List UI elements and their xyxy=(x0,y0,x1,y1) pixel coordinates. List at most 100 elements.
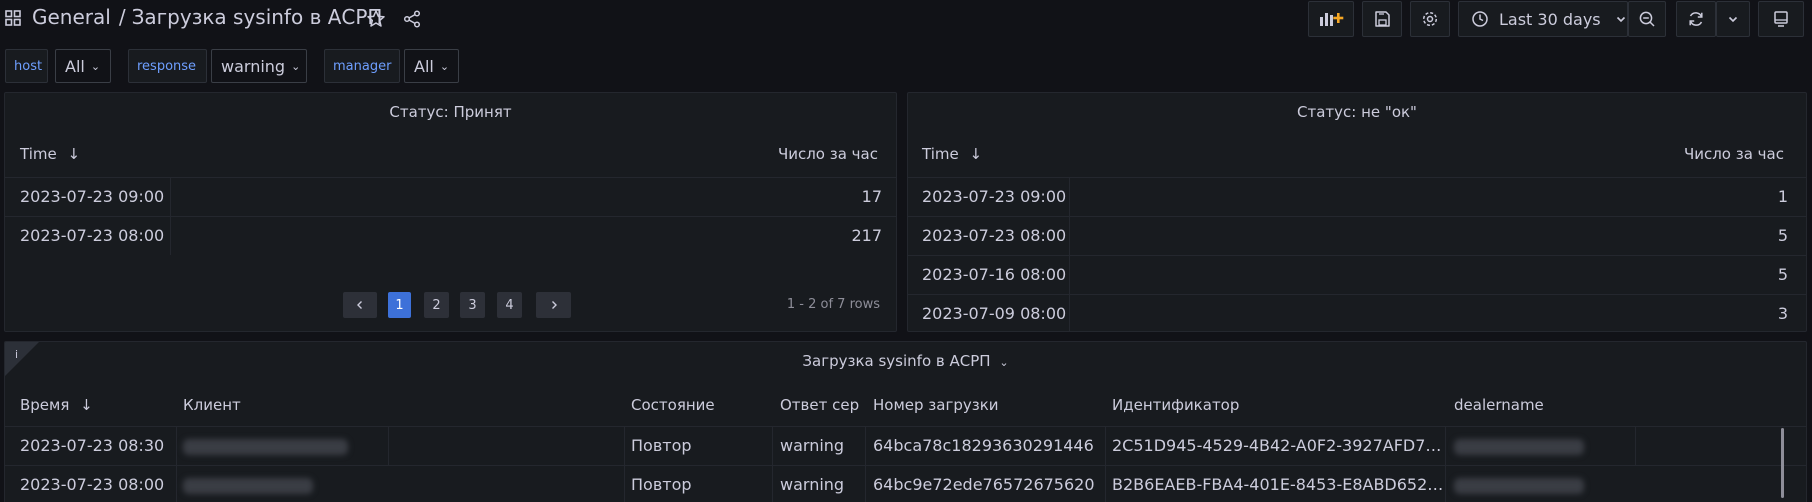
dealername-redacted xyxy=(1454,478,1584,494)
column-header-server-response[interactable]: Ответ сер xyxy=(780,396,859,414)
chevron-down-icon: ⌄ xyxy=(439,59,450,73)
cell-count: 3 xyxy=(1777,304,1788,323)
column-divider xyxy=(865,466,866,502)
client-redacted xyxy=(183,439,348,455)
breadcrumb-folder[interactable]: General xyxy=(32,5,111,29)
panel-title[interactable]: Статус: Принят xyxy=(5,103,896,121)
table-row: 2023-07-09 08:00 3 xyxy=(908,294,1806,331)
table-row: 2023-07-23 08:00 5 xyxy=(908,216,1806,255)
next-page-button[interactable] xyxy=(536,292,571,318)
column-divider xyxy=(176,427,177,465)
cell-count: 5 xyxy=(1777,226,1788,245)
vertical-scrollbar[interactable] xyxy=(1781,428,1784,498)
column-divider xyxy=(772,466,773,502)
chevron-down-icon: ⌄ xyxy=(999,356,1009,369)
variable-select-response[interactable]: warning ⌄ xyxy=(211,49,307,83)
table-row: 2023-07-23 09:00 17 xyxy=(5,177,896,216)
column-header-upload-number[interactable]: Номер загрузки xyxy=(873,396,999,414)
column-divider xyxy=(170,178,171,216)
top-bar: General / Загрузка sysinfo в АСРП Last 3… xyxy=(0,0,1812,40)
table-row: 2023-07-23 08:30 Повтор warning 64bca78c… xyxy=(5,426,1806,465)
zoom-out-button[interactable] xyxy=(1628,1,1666,37)
cell-state: Повтор xyxy=(631,475,692,494)
cell-time: 2023-07-23 08:00 xyxy=(20,475,165,494)
cell-state: Повтор xyxy=(631,436,692,455)
panel-title[interactable]: Статус: не "ок" xyxy=(908,103,1806,121)
column-header-count[interactable]: Число за час xyxy=(778,145,878,163)
chevron-down-icon: ⌄ xyxy=(291,59,301,73)
cell-upload-number: 64bca78c18293630291446 xyxy=(873,436,1094,455)
prev-page-button[interactable] xyxy=(343,292,377,318)
column-divider xyxy=(624,466,625,502)
variable-value: warning xyxy=(221,56,286,76)
variable-select-host[interactable]: All ⌄ xyxy=(55,49,111,83)
page-button-2[interactable]: 2 xyxy=(424,292,449,318)
monitor-icon xyxy=(1774,11,1788,27)
column-header-count[interactable]: Число за час xyxy=(1684,145,1784,163)
page-button-3[interactable]: 3 xyxy=(460,292,485,318)
variable-label-manager: manager xyxy=(324,49,400,83)
gear-icon xyxy=(1422,11,1438,27)
column-header-dealername[interactable]: dealername xyxy=(1454,396,1544,414)
variable-value: All xyxy=(65,56,85,76)
cell-time: 2023-07-09 08:00 xyxy=(922,304,1067,323)
star-icon[interactable] xyxy=(366,9,386,29)
variable-value: All xyxy=(414,56,434,76)
add-panel-button[interactable] xyxy=(1308,1,1354,37)
refresh-interval-dropdown[interactable] xyxy=(1716,1,1750,37)
column-divider xyxy=(176,466,177,502)
dashboard-settings-button[interactable] xyxy=(1410,1,1450,37)
breadcrumb: General / Загрузка sysinfo в АСРП xyxy=(32,5,382,29)
breadcrumb-separator: / xyxy=(118,5,126,29)
variable-label-host: host xyxy=(5,49,48,83)
column-divider xyxy=(1069,256,1070,294)
cell-count: 1 xyxy=(1777,187,1788,206)
column-divider xyxy=(388,427,389,465)
sort-desc-icon: ↓ xyxy=(969,145,983,163)
variable-label-response: response xyxy=(128,49,207,83)
clock-icon xyxy=(1472,11,1488,27)
column-header-client[interactable]: Клиент xyxy=(183,396,241,414)
chevron-down-icon: ⌄ xyxy=(90,59,101,73)
cell-time: 2023-07-23 08:00 xyxy=(20,226,165,245)
page-button-1[interactable]: 1 xyxy=(388,292,411,318)
chevron-left-icon xyxy=(357,301,362,309)
panel-status-not-ok: Статус: не "ок" Time ↓ Число за час 2023… xyxy=(907,92,1807,332)
cell-count: 217 xyxy=(851,226,882,245)
time-range-picker[interactable]: Last 30 days xyxy=(1458,1,1628,37)
panel-sysinfo-upload: i Загрузка sysinfo в АСРП ⌄ Время ↓ Клие… xyxy=(4,341,1807,502)
table-row: 2023-07-23 08:00 217 xyxy=(5,216,896,255)
refresh-button[interactable] xyxy=(1676,1,1716,37)
column-divider xyxy=(1069,178,1070,216)
chevron-down-icon xyxy=(1616,16,1625,23)
panel-title[interactable]: Загрузка sysinfo в АСРП ⌄ xyxy=(5,352,1806,370)
sort-desc-icon: ↓ xyxy=(67,145,81,163)
column-divider xyxy=(1105,466,1106,502)
variable-select-manager[interactable]: All ⌄ xyxy=(404,49,459,83)
add-panel-icon xyxy=(1320,13,1344,26)
dealername-redacted xyxy=(1454,439,1584,455)
cell-server-response: warning xyxy=(780,436,845,455)
column-header-time[interactable]: Время ↓ xyxy=(20,396,93,414)
page-button-4[interactable]: 4 xyxy=(497,292,522,318)
column-divider xyxy=(1445,427,1446,465)
column-header-state[interactable]: Состояние xyxy=(631,396,715,414)
column-header-time[interactable]: Time ↓ xyxy=(922,145,982,163)
view-mode-button[interactable] xyxy=(1758,1,1804,37)
apps-grid-icon[interactable] xyxy=(5,10,21,26)
save-dashboard-button[interactable] xyxy=(1362,1,1402,37)
column-header-time[interactable]: Time ↓ xyxy=(20,145,80,163)
cell-time: 2023-07-23 09:00 xyxy=(922,187,1067,206)
column-divider xyxy=(170,217,171,255)
page-title[interactable]: Загрузка sysinfo в АСРП xyxy=(132,5,383,29)
column-divider xyxy=(865,427,866,465)
column-divider xyxy=(1445,466,1446,502)
save-icon xyxy=(1375,11,1390,27)
rows-info: 1 - 2 of 7 rows xyxy=(786,297,880,312)
column-header-identifier[interactable]: Идентификатор xyxy=(1112,396,1239,414)
panel-status-accepted: Статус: Принят Time ↓ Число за час 2023-… xyxy=(4,92,897,332)
share-icon[interactable] xyxy=(402,9,422,29)
cell-time: 2023-07-23 09:00 xyxy=(20,187,165,206)
zoom-out-icon xyxy=(1639,11,1655,27)
chevron-down-icon xyxy=(1728,16,1738,23)
